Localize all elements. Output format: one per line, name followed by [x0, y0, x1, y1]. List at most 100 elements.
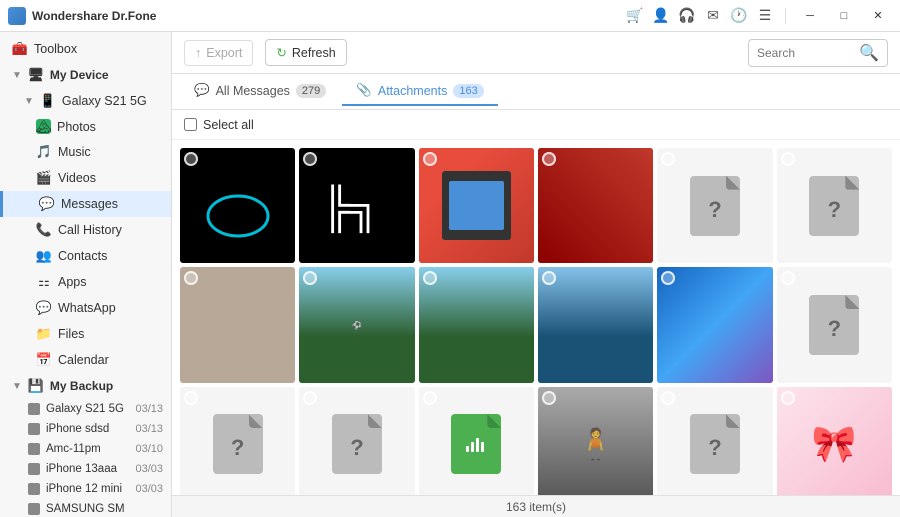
clock-icon[interactable]: 🕐 [729, 6, 749, 26]
whatsapp-icon: 💬 [36, 300, 52, 316]
item13-checkbox[interactable] [184, 391, 198, 405]
files-icon: 📁 [36, 326, 52, 342]
grid-item-14[interactable]: ? [299, 387, 414, 495]
sidebar-item-messages[interactable]: 💬 Messages [0, 191, 171, 217]
item3-checkbox[interactable] [423, 152, 437, 166]
grid-item-11[interactable] [657, 267, 772, 382]
cart-icon[interactable]: 🛒 [625, 6, 645, 26]
item6-checkbox[interactable] [781, 152, 795, 166]
backup-item-iphone12mini[interactable]: iPhone 12 mini 03/03 [0, 479, 171, 499]
sidebar-item-videos[interactable]: 🎬 Videos [0, 165, 171, 191]
grid-item-8[interactable]: ⚽ [299, 267, 414, 382]
backup-iphone13-date: 03/03 [135, 463, 163, 475]
search-box[interactable]: 🔍 [748, 39, 888, 67]
headset-icon[interactable]: 🎧 [677, 6, 697, 26]
backup-iphone12mini-name: iPhone 12 mini [46, 483, 122, 495]
grid-item-1[interactable] [180, 148, 295, 263]
backup-item-iphone-sdsd[interactable]: iPhone sdsd 03/13 [0, 419, 171, 439]
sidebar-item-call-history[interactable]: 📞 Call History [0, 217, 171, 243]
refresh-icon: ↻ [276, 45, 286, 60]
grid-item-13[interactable]: ? [180, 387, 295, 495]
expand-arrow-icon: ▼ [12, 70, 22, 81]
backup-icon: 💾 [28, 378, 44, 394]
item12-checkbox[interactable] [781, 271, 795, 285]
backup-galaxy-date: 03/13 [135, 403, 163, 415]
export-icon: ↑ [195, 46, 201, 60]
select-all-checkbox[interactable] [184, 118, 197, 131]
music-label: Music [58, 145, 91, 159]
tab-all-messages-icon: 💬 [194, 83, 210, 98]
backup-item-amc[interactable]: Amc-11pm 03/10 [0, 439, 171, 459]
item9-checkbox[interactable] [423, 271, 437, 285]
sidebar-item-contacts[interactable]: 👥 Contacts [0, 243, 171, 269]
sidebar-item-toolbox[interactable]: 🧰 Toolbox [0, 36, 171, 62]
backup-item-iphone13[interactable]: iPhone 13aaa 03/03 [0, 459, 171, 479]
toolbox-icon: 🧰 [12, 41, 28, 57]
grid-item-12[interactable]: ? [777, 267, 892, 382]
menu-icon[interactable]: ☰ [755, 6, 775, 26]
tab-attachments[interactable]: 📎 Attachments 163 [342, 77, 497, 106]
apps-icon: ⚏ [36, 274, 52, 290]
grid-item-4[interactable] [538, 148, 653, 263]
search-input[interactable] [757, 46, 855, 60]
grid-item-17[interactable]: ? [657, 387, 772, 495]
item18-checkbox[interactable] [781, 391, 795, 405]
backup-item-samsung[interactable]: SAMSUNG SM [0, 499, 171, 517]
grid-item-15[interactable] [419, 387, 534, 495]
backup-item-galaxy[interactable]: Galaxy S21 5G 03/13 [0, 399, 171, 419]
tab-all-messages[interactable]: 💬 All Messages 279 [180, 77, 340, 106]
grid-item-7[interactable] [180, 267, 295, 382]
maximize-button[interactable]: □ [830, 5, 858, 27]
export-button[interactable]: ↑ Export [184, 40, 253, 66]
grid-item-9[interactable] [419, 267, 534, 382]
device-icon4 [28, 463, 40, 475]
minimize-button[interactable]: ─ [796, 5, 824, 27]
grid-item-5[interactable]: ? [657, 148, 772, 263]
grid-item-2[interactable]: ╠╗ [299, 148, 414, 263]
device-icon5 [28, 483, 40, 495]
tab-attachments-label: Attachments [378, 84, 447, 98]
grid-item-16[interactable]: 🧍 [538, 387, 653, 495]
grid-item-3[interactable] [419, 148, 534, 263]
sidebar-item-whatsapp[interactable]: 💬 WhatsApp [0, 295, 171, 321]
grid-item-18[interactable]: 🎀 [777, 387, 892, 495]
mail-icon[interactable]: ✉ [703, 6, 723, 26]
item17-checkbox[interactable] [661, 391, 675, 405]
export-label: Export [206, 46, 242, 60]
item4-checkbox[interactable] [542, 152, 556, 166]
item16-checkbox[interactable] [542, 391, 556, 405]
device-icon [28, 403, 40, 415]
sidebar-item-files[interactable]: 📁 Files [0, 321, 171, 347]
sidebar-item-photos[interactable]: 🏔 Photos [0, 114, 171, 139]
item1-checkbox[interactable] [184, 152, 198, 166]
sidebar-item-galaxy[interactable]: ▼ 📱 Galaxy S21 5G [0, 88, 171, 114]
tab-attachments-count: 163 [453, 84, 483, 98]
contacts-icon: 👥 [36, 248, 52, 264]
sidebar-item-my-device[interactable]: ▼ 🖥 My Device [0, 62, 171, 88]
grid-item-10[interactable] [538, 267, 653, 382]
my-device-label: My Device [50, 68, 109, 82]
refresh-button[interactable]: ↻ Refresh [265, 39, 346, 66]
select-all-text: Select all [203, 118, 254, 132]
item14-checkbox[interactable] [303, 391, 317, 405]
sidebar-item-apps[interactable]: ⚏ Apps [0, 269, 171, 295]
close-button[interactable]: ✕ [864, 5, 892, 27]
sidebar-item-music[interactable]: 🎵 Music [0, 139, 171, 165]
item15-checkbox[interactable] [423, 391, 437, 405]
image-grid-area: ╠╗ [172, 140, 900, 495]
sidebar: 🧰 Toolbox ▼ 🖥 My Device ▼ 📱 Galaxy S21 5… [0, 32, 172, 517]
backup-amc-name: Amc-11pm [46, 443, 101, 455]
music-icon: 🎵 [36, 144, 52, 160]
grid-item-6[interactable]: ? [777, 148, 892, 263]
refresh-label: Refresh [292, 46, 336, 60]
user-icon[interactable]: 👤 [651, 6, 671, 26]
sidebar-item-calendar[interactable]: 📅 Calendar [0, 347, 171, 373]
drawing-svg [193, 161, 283, 251]
backup-iphone13-name: iPhone 13aaa [46, 463, 117, 475]
sidebar-item-my-backup[interactable]: ▼ 💾 My Backup [0, 373, 171, 399]
messages-label: Messages [61, 197, 118, 211]
contacts-label: Contacts [58, 249, 107, 263]
select-all-label[interactable]: Select all [184, 118, 254, 132]
backup-samsung-name: SAMSUNG SM [46, 503, 125, 515]
calendar-icon: 📅 [36, 352, 52, 368]
